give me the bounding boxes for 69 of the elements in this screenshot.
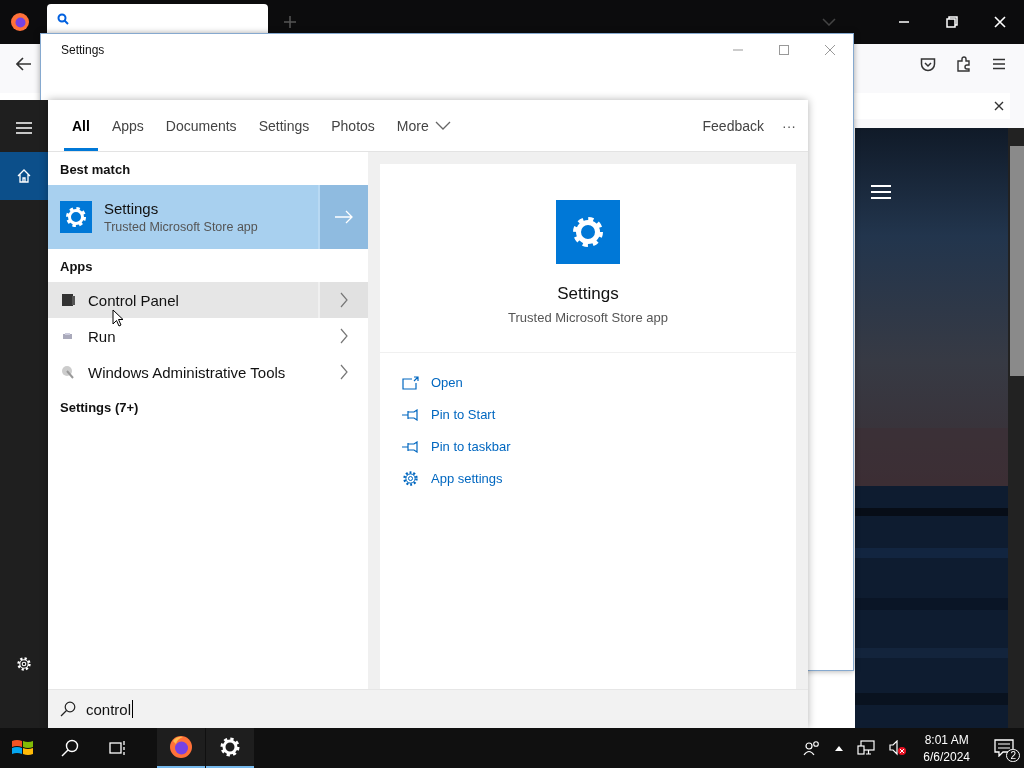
caret-up-icon[interactable] <box>835 745 844 751</box>
close-icon[interactable] <box>994 101 1004 111</box>
app-name: Settings <box>557 284 619 304</box>
task-view-icon[interactable] <box>109 740 127 756</box>
action-link[interactable]: Pin to Start <box>431 407 496 422</box>
pin-icon <box>402 440 419 453</box>
clock-time[interactable]: 8:01 AM <box>924 732 969 747</box>
filter-tab[interactable]: Documents <box>157 100 245 151</box>
people-icon[interactable] <box>803 740 822 756</box>
browser-logo-icon[interactable] <box>10 12 30 32</box>
tools-icon <box>60 364 76 380</box>
chevron-right-icon[interactable] <box>340 328 348 344</box>
chevron-right-icon[interactable] <box>340 292 348 308</box>
speaker-muted-icon[interactable] <box>889 740 908 756</box>
menu-icon <box>16 122 32 134</box>
mouse-pointer-icon <box>112 309 124 327</box>
restore-icon[interactable] <box>946 16 958 28</box>
section-heading: Apps <box>59 258 94 276</box>
rail-home-button[interactable] <box>0 152 48 200</box>
filter-tab[interactable]: Photos <box>323 100 383 151</box>
filter-tab[interactable]: Apps <box>103 100 152 151</box>
pin-icon <box>402 408 419 421</box>
clock-date[interactable]: 6/6/2024 <box>923 749 970 764</box>
back-arrow-icon[interactable] <box>16 57 32 71</box>
home-icon <box>16 168 32 184</box>
gear-icon <box>60 201 92 233</box>
menu-icon[interactable] <box>992 58 1006 70</box>
browser-icon <box>169 735 193 759</box>
result-item[interactable]: Windows Administrative Tools <box>48 354 368 390</box>
caret-icon <box>434 121 451 130</box>
result-name: Run <box>88 327 116 345</box>
gear-icon <box>402 470 419 487</box>
filter-tab[interactable]: Settings <box>250 100 318 151</box>
action-link[interactable]: Open <box>431 375 463 390</box>
notification-count: 2 <box>1006 749 1020 762</box>
search-field[interactable]: control <box>48 689 808 728</box>
gear-icon <box>556 200 620 264</box>
section-heading: Settings (7+) <box>59 399 140 417</box>
pocket-icon[interactable] <box>920 56 936 72</box>
network-icon[interactable] <box>857 740 876 756</box>
search-icon[interactable] <box>61 739 79 757</box>
result-name: Windows Administrative Tools <box>88 363 286 381</box>
result-subtitle: Trusted Microsoft Store app <box>104 220 258 234</box>
chevron-right-icon[interactable] <box>340 364 348 380</box>
taskbar-button[interactable] <box>157 728 205 768</box>
notification-icon[interactable] <box>994 739 1014 757</box>
maximize-icon[interactable] <box>778 44 790 56</box>
search-icon <box>60 701 76 717</box>
panel-icon <box>60 292 76 308</box>
search-query: control <box>86 700 132 718</box>
puzzle-piece-icon[interactable] <box>956 56 972 72</box>
taskbar-button[interactable] <box>206 728 254 768</box>
more-options-button[interactable]: ··· <box>776 100 808 151</box>
open-window-icon <box>402 375 419 390</box>
search-icon <box>57 12 69 25</box>
result-item[interactable]: Control Panel <box>48 282 368 318</box>
window-title: Settings <box>61 43 105 57</box>
action-link[interactable]: App settings <box>431 471 503 486</box>
result-name: Settings <box>104 200 160 217</box>
filter-tab[interactable]: More <box>388 100 459 151</box>
scrollbar[interactable] <box>1008 128 1024 728</box>
section-heading: Best match <box>59 161 132 179</box>
feedback-button[interactable]: Feedback <box>690 100 776 151</box>
result-item[interactable]: Settings Trusted Microsoft Store app <box>48 185 368 249</box>
gear-icon <box>219 736 241 758</box>
action-link[interactable]: Pin to taskbar <box>431 439 511 454</box>
settings-icon <box>16 656 32 672</box>
app-subtitle: Trusted Microsoft Store app <box>508 310 668 325</box>
result-name: Control Panel <box>88 291 179 309</box>
